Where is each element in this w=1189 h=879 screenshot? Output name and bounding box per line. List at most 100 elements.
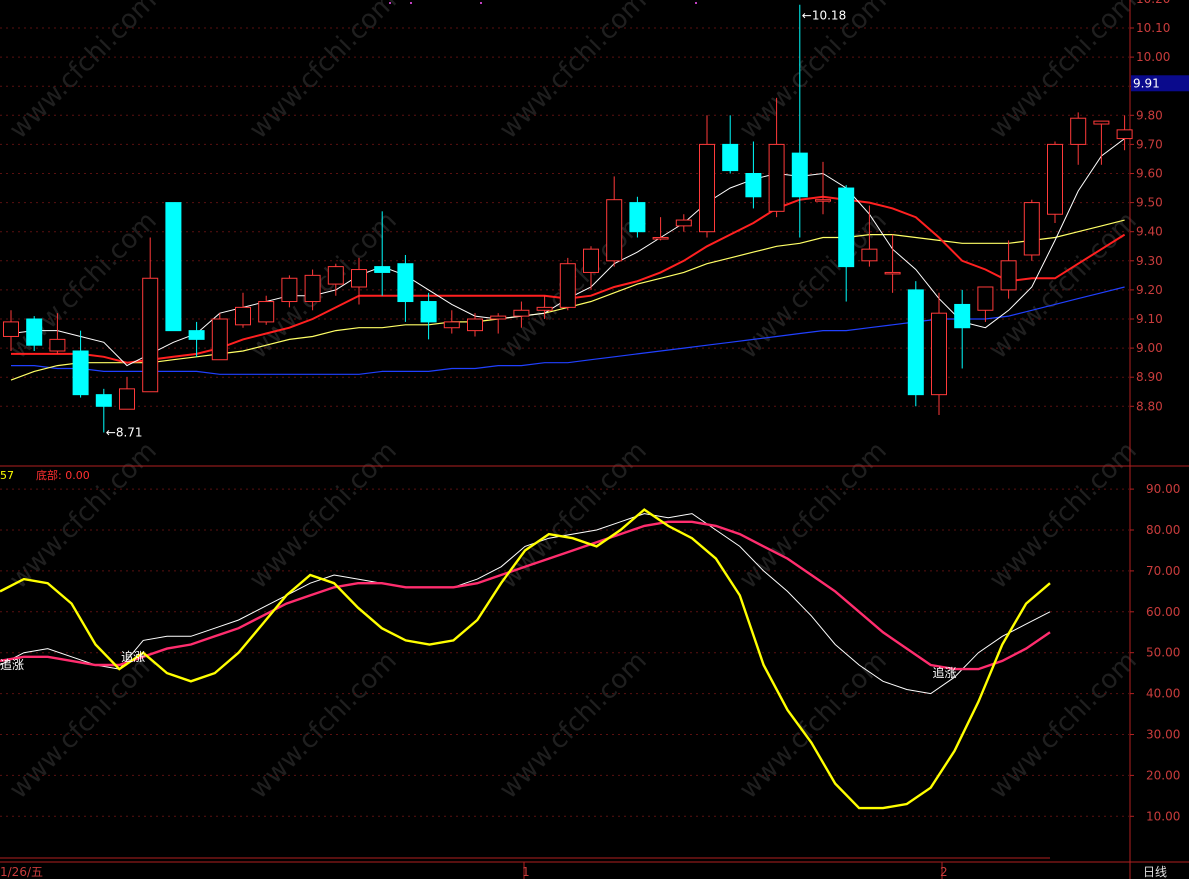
watermark-text: www.cfchi.com — [4, 0, 163, 145]
price-tick-label: 9.00 — [1136, 341, 1163, 355]
candle-up — [1023, 199, 1040, 261]
candle-body — [142, 277, 159, 393]
signal-label: 追涨 — [933, 665, 957, 680]
watermark-layer: www.cfchi.com www.cfchi.com www.cfchi.com w… — [4, 0, 1143, 805]
candle-body — [211, 318, 228, 361]
stock-chart: www.cfchi.com www.cfchi.com www.cfchi.com w… — [0, 0, 1189, 879]
candle-body — [815, 199, 831, 202]
candle-body — [699, 143, 715, 233]
candle-body — [559, 263, 576, 308]
indicator-tick-label: 70.00 — [1146, 564, 1180, 578]
price-tick-label: 10.20 — [1136, 0, 1170, 6]
period-label: 日线 — [1143, 865, 1167, 879]
candle-body — [1000, 260, 1017, 291]
x-axis-label: 1 — [522, 865, 530, 879]
current-price-label: 9.91 — [1133, 76, 1160, 90]
top-marker-dot — [410, 2, 412, 4]
candle-up — [1070, 112, 1087, 165]
candle-body — [281, 277, 298, 303]
candle-body — [443, 321, 460, 329]
candle-body — [652, 237, 669, 240]
candle-body — [1047, 143, 1063, 215]
candle-up — [1047, 141, 1063, 223]
candle-up — [675, 214, 692, 232]
candle-body — [606, 199, 623, 262]
candle-body — [397, 263, 414, 303]
candle-body — [907, 289, 924, 396]
top-marker-dot — [695, 2, 697, 4]
candle-body — [861, 248, 878, 262]
watermark-text: www.cfchi.com — [244, 0, 403, 145]
candle-up — [235, 292, 251, 328]
price-tick-label: 9.60 — [1136, 167, 1163, 181]
x-axis-label: 2 — [940, 865, 948, 879]
indicator-tick-label: 50.00 — [1146, 646, 1180, 660]
candle-body — [258, 301, 275, 323]
indicator-prefix-label: 57 — [0, 469, 14, 482]
indicator-tick-label: 10.00 — [1146, 809, 1180, 823]
candle-down — [745, 141, 762, 209]
watermark-text: www.cfchi.com — [494, 646, 653, 805]
candle-body — [791, 152, 808, 198]
candle-body — [420, 301, 437, 323]
candle-down — [72, 330, 89, 398]
candle-up — [884, 234, 901, 293]
price-tick-label: 8.80 — [1136, 399, 1163, 413]
candle-body — [235, 306, 251, 326]
price-tick-label: 10.10 — [1136, 21, 1170, 35]
low-price-annotation: ←8.71 — [106, 425, 143, 439]
candle-up — [1093, 120, 1110, 165]
candle-body — [188, 330, 205, 340]
candle-up — [931, 292, 947, 416]
candle-body — [977, 286, 994, 311]
watermark-text: www.cfchi.com — [984, 0, 1143, 145]
candle-body — [49, 338, 66, 352]
signal-label: 追涨 — [0, 657, 24, 672]
indicator-bottom-label: 底部: 0.00 — [36, 468, 90, 482]
candle-up — [699, 115, 715, 238]
signal-label: 追涨 — [121, 649, 145, 664]
candle-body — [3, 321, 19, 337]
watermark-text: www.cfchi.com — [494, 0, 653, 145]
candle-down — [397, 254, 414, 322]
indicator-tick-label: 30.00 — [1146, 728, 1180, 742]
candle-down — [420, 292, 437, 340]
price-tick-label: 9.30 — [1136, 254, 1163, 268]
watermark-text: www.cfchi.com — [4, 646, 163, 805]
candle-body — [838, 187, 855, 268]
top-marker-dot — [480, 2, 482, 4]
indicator-tick-label: 60.00 — [1146, 605, 1180, 619]
high-price-annotation: ←10.18 — [802, 9, 846, 23]
indicator-tick-label: 80.00 — [1146, 523, 1180, 537]
candle-body — [884, 271, 901, 275]
price-tick-label: 10.00 — [1136, 50, 1170, 64]
candle-body — [165, 202, 182, 332]
candle-body — [95, 394, 112, 407]
candle-up — [815, 161, 831, 215]
candle-up — [119, 377, 135, 410]
candle-body — [72, 350, 89, 396]
candle-down — [165, 202, 182, 332]
candle-down — [629, 196, 646, 238]
candle-up — [490, 313, 507, 334]
candle-up — [977, 286, 994, 322]
candle-body — [1070, 117, 1087, 145]
price-tick-label: 9.70 — [1136, 137, 1163, 151]
price-tick-label: 9.50 — [1136, 196, 1163, 210]
candle-up — [652, 217, 669, 241]
candle-body — [374, 266, 391, 273]
candle-body — [1023, 202, 1040, 256]
candle-up — [559, 257, 576, 311]
watermark-text: www.cfchi.com — [244, 206, 403, 365]
candle-body — [327, 266, 344, 285]
candle-body — [119, 388, 135, 410]
candle-body — [629, 202, 646, 233]
price-tick-label: 9.10 — [1136, 312, 1163, 326]
candle-down — [838, 185, 855, 302]
candle-body — [745, 173, 762, 198]
watermark-text: www.cfchi.com — [734, 646, 893, 805]
candle-body — [768, 143, 785, 212]
watermark-text: www.cfchi.com — [244, 646, 403, 805]
candle-body — [513, 309, 530, 317]
price-tick-label: 9.20 — [1136, 283, 1163, 297]
